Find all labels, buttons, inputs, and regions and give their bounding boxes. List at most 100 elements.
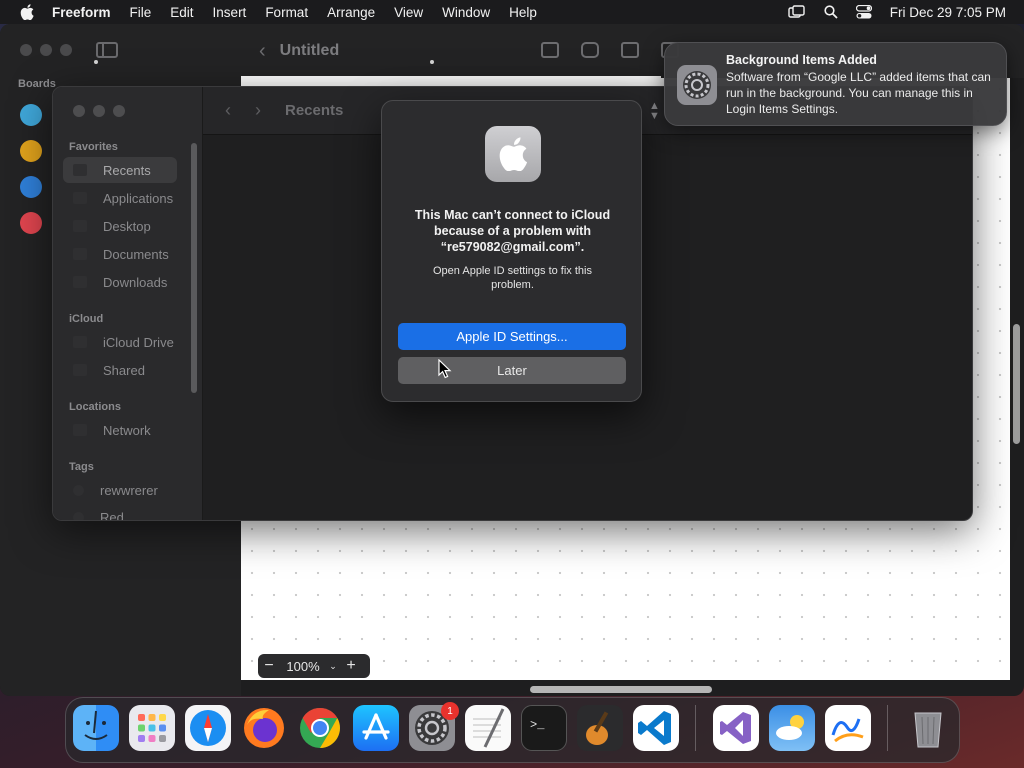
dock-launchpad-icon[interactable] bbox=[129, 705, 175, 751]
dock-app-store-icon[interactable] bbox=[353, 705, 399, 751]
horizontal-scrollbar[interactable] bbox=[530, 686, 712, 693]
sidebar-item-label: rewwrerer bbox=[100, 482, 158, 498]
sidebar-item-label: Recents bbox=[103, 162, 151, 178]
sidebar-item-label: Downloads bbox=[103, 274, 168, 290]
sidebar-item-recents[interactable]: Recents bbox=[63, 157, 177, 183]
dock-separator bbox=[695, 705, 696, 751]
dock-visual-studio-icon[interactable] bbox=[713, 705, 759, 751]
menu-file[interactable]: File bbox=[130, 5, 152, 20]
finder-minimize-button[interactable] bbox=[93, 105, 105, 117]
system-settings-running-indicator bbox=[430, 60, 434, 64]
dock-chrome-icon[interactable] bbox=[297, 705, 343, 751]
apple-logo-icon bbox=[485, 126, 541, 182]
red-tag-dot-icon bbox=[73, 511, 84, 520]
menu-view[interactable]: View bbox=[394, 5, 423, 20]
menu-app-name[interactable]: Freeform bbox=[52, 5, 111, 20]
clock-icon bbox=[73, 164, 87, 176]
sidebar-item-tag-rewwrerer[interactable]: rewwrerer bbox=[63, 477, 177, 503]
menu-bar: Freeform File Edit Insert Format Arrange… bbox=[0, 0, 1024, 24]
menu-help[interactable]: Help bbox=[509, 5, 537, 20]
dock-safari-icon[interactable] bbox=[185, 705, 231, 751]
menubar-clock[interactable]: Fri Dec 29 7:05 PM bbox=[890, 5, 1006, 20]
zoom-level[interactable]: 100% bbox=[280, 659, 326, 674]
sidebar-item-shared[interactable]: Shared bbox=[63, 357, 177, 383]
sidebar-item-tag-red[interactable]: Red bbox=[63, 504, 177, 521]
recents-board-icon[interactable] bbox=[20, 140, 42, 162]
icloud-alert-dialog: This Mac can’t connect to iCloud because… bbox=[381, 100, 642, 402]
sticky-note-tool-icon[interactable] bbox=[541, 42, 559, 58]
zoom-button[interactable] bbox=[60, 44, 72, 56]
zoom-chevron-down-icon[interactable]: ⌄ bbox=[326, 661, 340, 672]
menu-window[interactable]: Window bbox=[442, 5, 490, 20]
dock-weather-icon[interactable] bbox=[769, 705, 815, 751]
dock-freeform-icon[interactable] bbox=[825, 705, 871, 751]
notification-badge: 1 bbox=[441, 702, 459, 720]
sidebar-item-label: Red bbox=[100, 509, 124, 521]
menu-insert[interactable]: Insert bbox=[213, 5, 247, 20]
finder-close-button[interactable] bbox=[73, 105, 85, 117]
cloud-icon bbox=[73, 336, 87, 348]
text-box-tool-icon[interactable] bbox=[621, 42, 639, 58]
dock-vscode-icon[interactable] bbox=[633, 705, 679, 751]
menu-format[interactable]: Format bbox=[265, 5, 308, 20]
tag-dot-icon bbox=[73, 484, 84, 496]
shapes-tool-icon[interactable] bbox=[581, 42, 599, 58]
desktop-icon bbox=[73, 220, 87, 232]
finder-zoom-button[interactable] bbox=[113, 105, 125, 117]
sidebar-scrollbar[interactable] bbox=[191, 143, 197, 393]
all-boards-icon[interactable] bbox=[20, 104, 42, 126]
shared-folder-icon bbox=[73, 364, 87, 376]
locations-heading: Locations bbox=[69, 401, 121, 413]
favorites-board-icon[interactable] bbox=[20, 212, 42, 234]
dock-trash-icon[interactable] bbox=[905, 705, 951, 751]
tags-heading: Tags bbox=[69, 461, 94, 473]
sidebar-item-network[interactable]: Network bbox=[63, 417, 177, 443]
later-button[interactable]: Later bbox=[398, 357, 626, 384]
sort-order-icon[interactable]: ▲ ▼ bbox=[649, 101, 660, 122]
back-chevron-icon[interactable]: ‹ bbox=[225, 100, 231, 121]
screen-mirroring-icon[interactable] bbox=[788, 5, 806, 19]
document-icon bbox=[73, 248, 87, 260]
sidebar-item-label: iCloud Drive bbox=[103, 334, 174, 350]
sidebar-item-downloads[interactable]: Downloads bbox=[63, 269, 177, 295]
menu-edit[interactable]: Edit bbox=[170, 5, 193, 20]
forward-chevron-icon[interactable]: › bbox=[255, 100, 261, 121]
sidebar-item-documents[interactable]: Documents bbox=[63, 241, 177, 267]
dock-terminal-icon[interactable]: >_ bbox=[521, 705, 567, 751]
dock-garageband-icon[interactable] bbox=[577, 705, 623, 751]
background-items-notification[interactable]: Background Items Added Software from “Go… bbox=[664, 42, 1007, 126]
alert-title: This Mac can’t connect to iCloud because… bbox=[414, 208, 611, 254]
sidebar-item-applications[interactable]: Applications bbox=[63, 185, 177, 211]
menu-arrange[interactable]: Arrange bbox=[327, 5, 375, 20]
shared-board-icon[interactable] bbox=[20, 176, 42, 198]
sidebar-item-desktop[interactable]: Desktop bbox=[63, 213, 177, 239]
sidebar-toggle-icon[interactable] bbox=[96, 42, 118, 58]
system-settings-gear-icon bbox=[677, 65, 717, 105]
dock-firefox-icon[interactable] bbox=[241, 705, 287, 751]
apple-id-settings-button[interactable]: Apple ID Settings... bbox=[398, 323, 626, 350]
notification-body: Software from “Google LLC” added items t… bbox=[726, 70, 991, 116]
sidebar-item-label: Desktop bbox=[103, 218, 151, 234]
icloud-heading: iCloud bbox=[69, 313, 104, 325]
close-button[interactable] bbox=[20, 44, 32, 56]
dock-separator bbox=[887, 705, 888, 751]
spotlight-icon[interactable] bbox=[824, 5, 838, 19]
control-center-icon[interactable] bbox=[855, 5, 872, 19]
mouse-pointer-icon bbox=[438, 359, 452, 379]
zoom-in-button[interactable]: + bbox=[340, 657, 362, 675]
zoom-out-button[interactable]: − bbox=[258, 657, 280, 675]
sidebar-item-label: Applications bbox=[103, 190, 174, 206]
back-chevron-icon[interactable]: ‹ bbox=[259, 40, 266, 63]
finder-title: Recents bbox=[285, 102, 344, 119]
finder-sidebar: Favorites Recents Applications Desktop D… bbox=[53, 87, 203, 521]
vertical-scrollbar[interactable] bbox=[1013, 324, 1020, 444]
sidebar-item-label: Network bbox=[103, 422, 151, 438]
sidebar-item-icloud-drive[interactable]: iCloud Drive bbox=[63, 329, 177, 355]
network-icon bbox=[73, 424, 87, 436]
notification-title: Background Items Added bbox=[726, 53, 877, 67]
board-title[interactable]: Untitled bbox=[280, 42, 340, 60]
dock-finder-icon[interactable] bbox=[73, 705, 119, 751]
apple-icon[interactable] bbox=[20, 4, 34, 20]
minimize-button[interactable] bbox=[40, 44, 52, 56]
dock-textedit-icon[interactable] bbox=[465, 705, 511, 751]
